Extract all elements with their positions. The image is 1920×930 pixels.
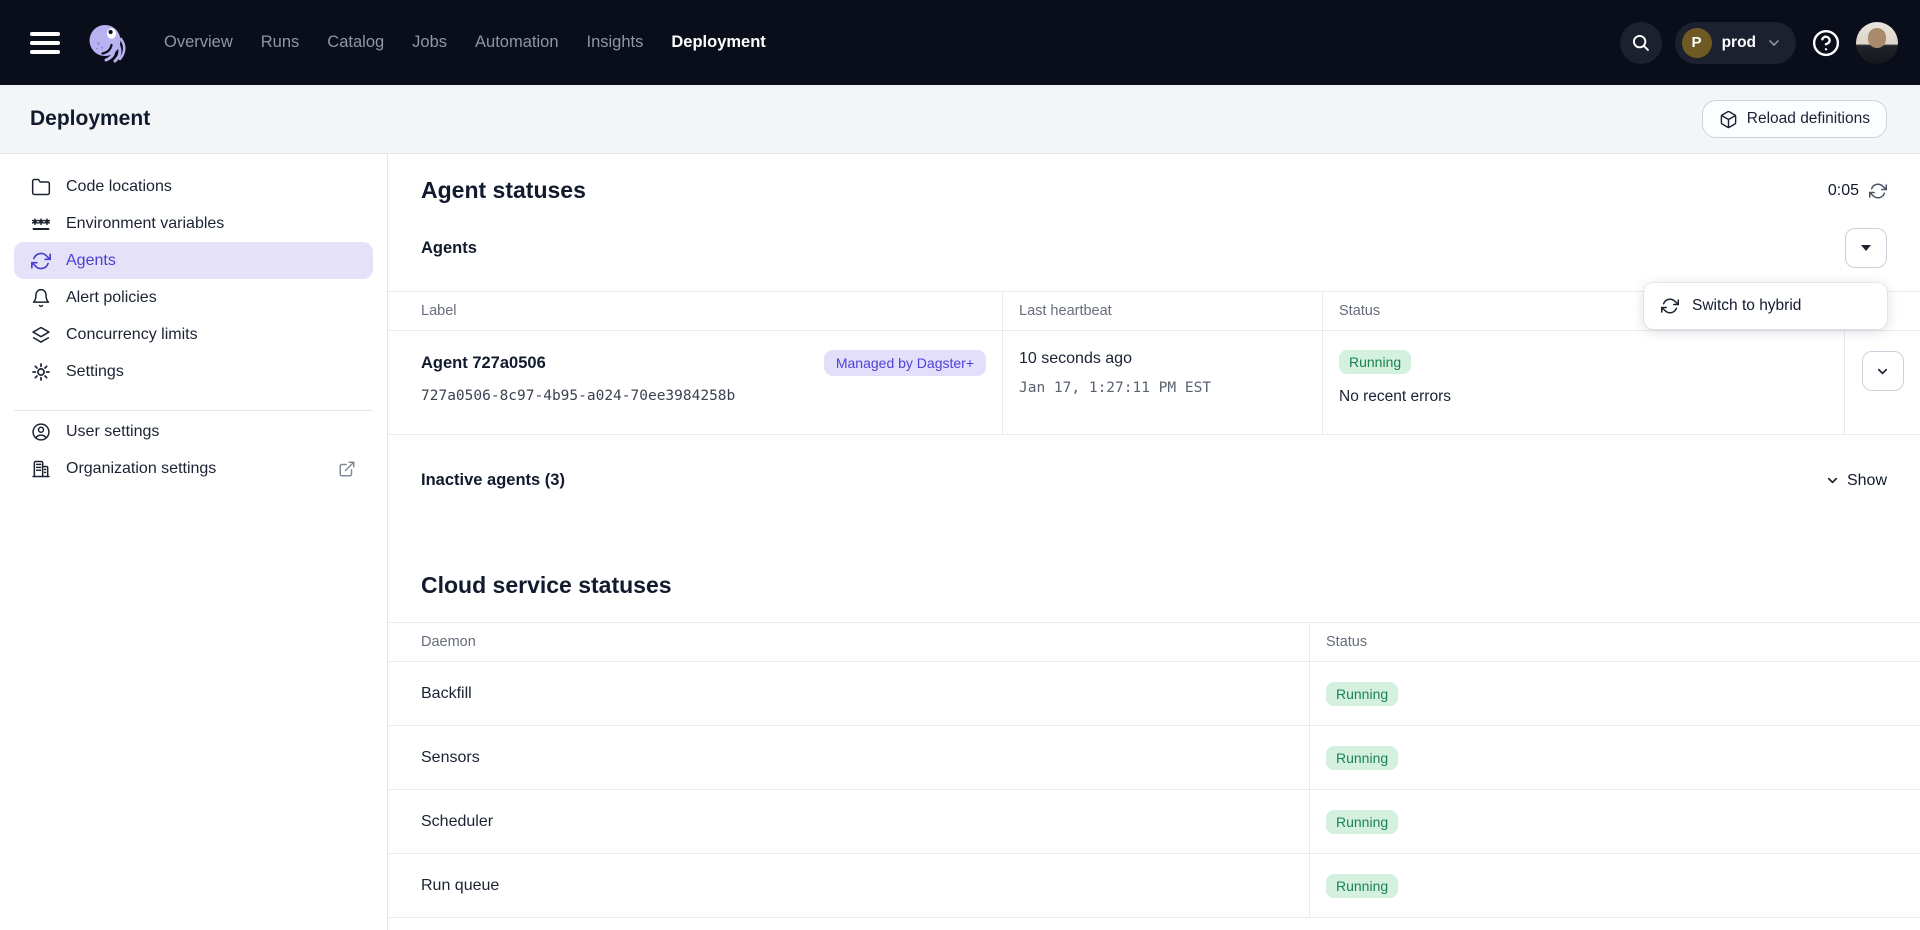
daemon-name: Backfill: [421, 685, 472, 703]
search-icon: [1630, 32, 1651, 53]
help-icon: [1811, 28, 1841, 58]
building-icon: [31, 459, 51, 479]
env-vars-icon: [31, 214, 51, 234]
user-avatar[interactable]: [1856, 22, 1898, 64]
nav-item-catalog[interactable]: Catalog: [327, 33, 384, 52]
daemon-status-badge: Running: [1326, 810, 1398, 834]
sidebar-item-label: User settings: [66, 423, 159, 441]
deployment-initial-avatar: P: [1682, 28, 1712, 58]
layers-icon: [31, 325, 51, 345]
sidebar-item-alert-policies[interactable]: Alert policies: [14, 279, 373, 316]
table-row: Sensors Running: [388, 726, 1920, 790]
agent-cycle-icon: [31, 251, 51, 271]
external-link-icon: [338, 460, 356, 478]
sidebar-item-organization-settings[interactable]: Organization settings: [14, 450, 373, 487]
help-button[interactable]: [1809, 26, 1843, 60]
reload-definitions-label: Reload definitions: [1747, 110, 1870, 128]
page-title: Deployment: [30, 107, 150, 131]
sidebar-item-label: Environment variables: [66, 215, 224, 233]
page-header: Deployment Reload definitions: [0, 85, 1920, 154]
sidebar-item-environment-variables[interactable]: Environment variables: [14, 205, 373, 242]
daemon-status-badge: Running: [1326, 874, 1398, 898]
sidebar-item-agents[interactable]: Agents: [14, 242, 373, 279]
table-row: Scheduler Running: [388, 790, 1920, 854]
deployment-switcher-label: prod: [1722, 34, 1756, 52]
menu-item-switch-to-hybrid[interactable]: Switch to hybrid: [1644, 283, 1887, 329]
refresh-countdown: 0:05: [1828, 182, 1859, 200]
sidebar-item-code-locations[interactable]: Code locations: [14, 168, 373, 205]
menu-item-label: Switch to hybrid: [1692, 297, 1801, 315]
sidebar-divider: [14, 410, 373, 411]
column-header-last-heartbeat: Last heartbeat: [1003, 292, 1323, 330]
daemon-status-badge: Running: [1326, 682, 1398, 706]
agent-cycle-icon: [1661, 297, 1679, 315]
gear-icon: [31, 362, 51, 382]
agents-section-title: Agents: [421, 239, 477, 258]
top-nav: Overview Runs Catalog Jobs Automation In…: [0, 0, 1920, 85]
show-inactive-agents-toggle[interactable]: Show: [1825, 472, 1887, 490]
sidebar-item-concurrency-limits[interactable]: Concurrency limits: [14, 316, 373, 353]
managed-by-dagster-badge: Managed by Dagster+: [824, 350, 986, 376]
cloud-service-statuses-title: Cloud service statuses: [421, 572, 672, 599]
deployment-switcher[interactable]: P prod: [1675, 22, 1796, 64]
daemon-status-badge: Running: [1326, 746, 1398, 770]
nav-item-jobs[interactable]: Jobs: [412, 33, 447, 52]
cloud-services-table: Daemon Status Backfill Running Sensors R…: [388, 622, 1920, 918]
table-row: Backfill Running: [388, 662, 1920, 726]
nav-item-deployment[interactable]: Deployment: [671, 33, 765, 52]
dagster-logo[interactable]: [84, 21, 128, 65]
agent-status-note: No recent errors: [1339, 388, 1828, 406]
agent-name: Agent 727a0506: [421, 354, 546, 373]
agent-id: 727a0506-8c97-4b95-a024-70ee3984258b: [421, 388, 986, 404]
code-package-reload-icon: [1719, 110, 1738, 129]
heartbeat-timestamp: Jan 17, 1:27:11 PM EST: [1019, 380, 1306, 396]
nav-item-insights[interactable]: Insights: [587, 33, 644, 52]
column-header-status: Status: [1310, 623, 1920, 661]
agent-row-menu-button[interactable]: [1862, 351, 1904, 391]
nav-item-automation[interactable]: Automation: [475, 33, 558, 52]
search-button[interactable]: [1620, 22, 1662, 64]
heartbeat-relative-time: 10 seconds ago: [1019, 350, 1306, 368]
agent-statuses-title: Agent statuses: [421, 177, 586, 204]
sidebar-item-label: Alert policies: [66, 289, 157, 307]
daemon-name: Sensors: [421, 749, 480, 767]
main-content: Agent statuses 0:05 Agents L: [388, 154, 1920, 930]
chevron-down-icon: [1875, 364, 1890, 379]
agent-row: Agent 727a0506 Managed by Dagster+ 727a0…: [388, 331, 1920, 435]
refresh-icon[interactable]: [1869, 182, 1887, 200]
show-toggle-label: Show: [1847, 472, 1887, 490]
sidebar-item-label: Concurrency limits: [66, 326, 198, 344]
bell-icon: [31, 288, 51, 308]
chevron-down-icon: [1766, 35, 1782, 51]
hamburger-menu-icon[interactable]: [30, 32, 60, 54]
sidebar-item-settings[interactable]: Settings: [14, 353, 373, 390]
agent-status-badge: Running: [1339, 350, 1411, 374]
nav-item-runs[interactable]: Runs: [261, 33, 300, 52]
sidebar-item-user-settings[interactable]: User settings: [14, 413, 373, 450]
caret-down-icon: [1861, 245, 1871, 251]
sidebar-item-label: Organization settings: [66, 460, 216, 478]
inactive-agents-title: Inactive agents (3): [421, 471, 565, 490]
sidebar-item-label: Code locations: [66, 178, 172, 196]
deployment-sidebar: Code locations Environment variables: [0, 154, 388, 930]
user-circle-icon: [31, 422, 51, 442]
folder-icon: [31, 177, 51, 197]
sidebar-item-label: Settings: [66, 363, 124, 381]
agents-actions-menu: Switch to hybrid: [1644, 283, 1887, 329]
column-header-label: Label: [388, 292, 1003, 330]
column-header-daemon: Daemon: [388, 623, 1310, 661]
reload-definitions-button[interactable]: Reload definitions: [1702, 100, 1887, 138]
nav-item-overview[interactable]: Overview: [164, 33, 233, 52]
sidebar-item-label: Agents: [66, 252, 116, 270]
daemon-name: Run queue: [421, 877, 499, 895]
chevron-down-icon: [1825, 473, 1840, 488]
agents-actions-dropdown-button[interactable]: [1845, 228, 1887, 268]
daemon-name: Scheduler: [421, 813, 493, 831]
table-row: Run queue Running: [388, 854, 1920, 918]
primary-nav: Overview Runs Catalog Jobs Automation In…: [164, 33, 766, 52]
